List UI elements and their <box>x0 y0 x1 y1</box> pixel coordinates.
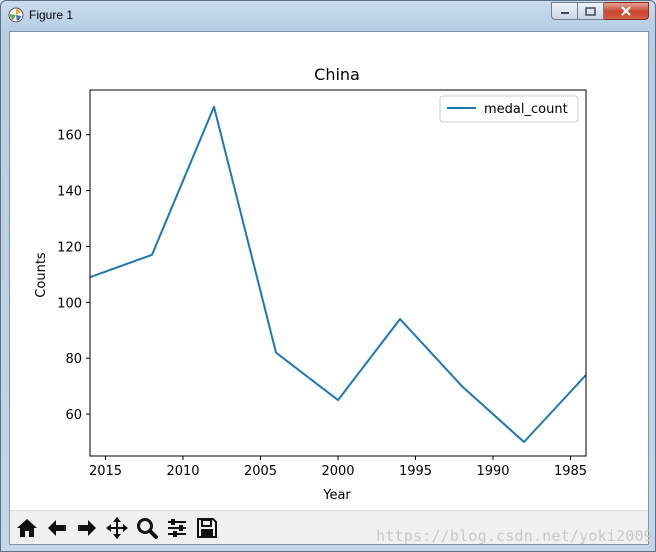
x-tick-label: 1995 <box>399 464 432 479</box>
window-title: Figure 1 <box>29 8 74 22</box>
forward-arrow-icon <box>78 519 96 536</box>
y-tick-label: 140 <box>57 185 82 200</box>
close-button[interactable] <box>604 2 649 20</box>
close-icon <box>621 6 631 16</box>
x-tick-label: 1985 <box>554 464 587 479</box>
back-arrow-icon <box>48 519 66 536</box>
y-tick-label: 80 <box>65 352 82 367</box>
minimize-icon <box>560 12 569 14</box>
home-button[interactable] <box>13 514 41 542</box>
pan-move-icon <box>106 516 128 539</box>
y-tick-label: 100 <box>57 296 82 311</box>
save-floppy-icon <box>197 517 217 538</box>
save-button[interactable] <box>193 514 221 542</box>
series-line-medal-count <box>89 105 587 443</box>
configure-subplots-icon <box>168 518 186 537</box>
home-icon <box>17 518 37 537</box>
x-axis-label: Year <box>322 488 351 503</box>
x-tick-label: 2010 <box>166 464 199 479</box>
window-controls <box>551 2 649 21</box>
figure-canvas-area: China Year Counts 2015 2010 2005 2000 1995 19… <box>9 31 649 545</box>
x-tick-label: 2015 <box>89 464 122 479</box>
forward-button[interactable] <box>73 514 101 542</box>
zoom-button[interactable] <box>133 514 161 542</box>
y-tick-label: 160 <box>57 129 82 144</box>
zoom-magnifier-icon <box>137 517 158 539</box>
x-tick-label: 2005 <box>244 464 277 479</box>
x-tick-label: 1990 <box>476 464 509 479</box>
matplotlib-app-icon <box>8 7 24 23</box>
y-tick-label: 60 <box>65 408 82 423</box>
legend-label: medal_count <box>484 102 568 117</box>
line-chart: China Year Counts 2015 2010 2005 2000 1995 19… <box>34 65 587 503</box>
watermark-text: https://blog.csdn.net/yoki2009 <box>376 527 653 545</box>
title-bar[interactable]: Figure 1 <box>1 1 655 31</box>
maximize-button[interactable] <box>578 2 604 20</box>
chart-title: China <box>314 65 360 84</box>
legend: medal_count <box>439 95 579 123</box>
minimize-button[interactable] <box>551 2 578 20</box>
configure-subplots-button[interactable] <box>163 514 191 542</box>
y-tick-label: 120 <box>57 240 82 255</box>
maximize-icon <box>585 6 596 16</box>
pan-button[interactable] <box>103 514 131 542</box>
y-axis-label: Counts <box>34 252 49 298</box>
figure-window: Figure 1 China Year Counts 2015 2010 2005 2… <box>0 0 656 552</box>
back-button[interactable] <box>43 514 71 542</box>
x-tick-label: 2000 <box>321 464 354 479</box>
